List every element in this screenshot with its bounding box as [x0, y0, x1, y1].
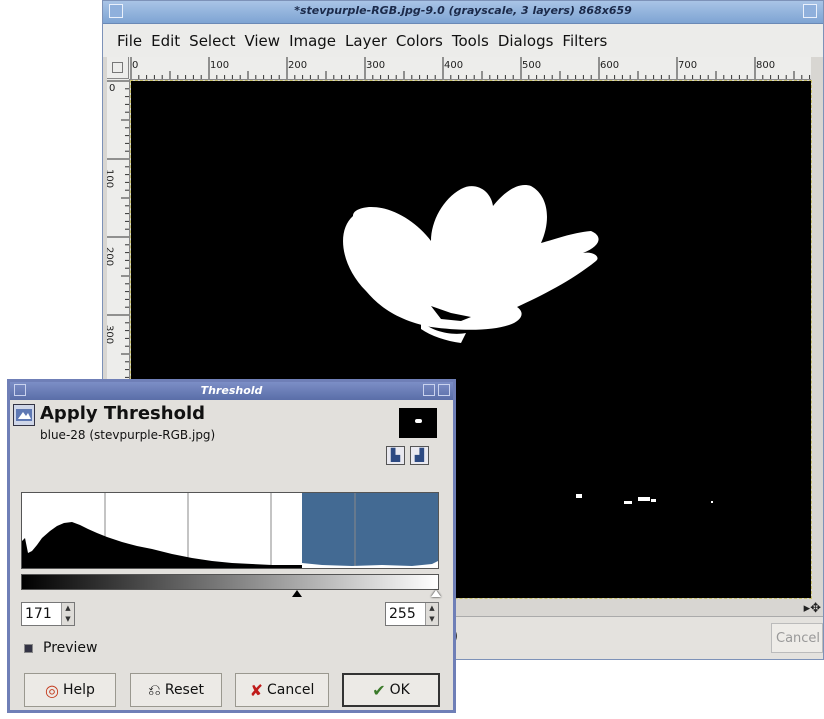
menu-tools[interactable]: Tools [452, 32, 489, 50]
ruler-label: 800 [756, 60, 775, 71]
ruler-label: 200 [288, 60, 307, 71]
window-maximize-icon[interactable] [803, 4, 817, 18]
help-button[interactable]: ◎ Help [24, 673, 116, 707]
ruler-label: 100 [210, 60, 229, 71]
quick-mask-toggle-icon[interactable] [107, 57, 129, 79]
image-window-title: *stevpurple-RGB.jpg-9.0 (grayscale, 3 la… [294, 4, 632, 17]
menu-image[interactable]: Image [289, 32, 336, 50]
ruler-label: 500 [522, 60, 541, 71]
ruler-label: 0 [109, 83, 115, 94]
menu-file[interactable]: File [117, 32, 142, 50]
linear-histogram-icon[interactable]: ▙ [386, 446, 405, 465]
layer-thumbnail [399, 408, 437, 438]
low-threshold-stepper[interactable]: ▲ ▼ [61, 603, 74, 625]
menu-dialogs[interactable]: Dialogs [498, 32, 554, 50]
horizontal-ruler: 0 100 200 300 400 500 600 700 800 [129, 57, 811, 80]
help-lifebuoy-icon: ◎ [45, 680, 60, 700]
ruler-label: 400 [444, 60, 463, 71]
menu-filters[interactable]: Filters [562, 32, 607, 50]
help-label: Help [63, 682, 95, 698]
ruler-label: 600 [600, 60, 619, 71]
low-threshold-value: 171 [25, 606, 52, 622]
threshold-tool-icon [13, 404, 35, 426]
threshold-dialog: Threshold Apply Threshold blue-28 (stevp… [7, 379, 456, 713]
ruler-label: 200 [107, 247, 115, 266]
statusbar-cancel-button[interactable]: Cancel [771, 623, 823, 653]
ok-button[interactable]: ✔ OK [342, 673, 440, 707]
dialog-title: Threshold [200, 384, 263, 397]
preview-checkbox[interactable] [24, 643, 33, 653]
histogram-graph [22, 493, 438, 568]
horizontal-ruler-ticks: 0 100 200 300 400 500 600 700 800 [130, 57, 811, 79]
menu-colors[interactable]: Colors [396, 32, 443, 50]
dialog-maximize-icon[interactable] [423, 384, 435, 396]
ruler-label: 300 [107, 325, 115, 344]
menu-select[interactable]: Select [189, 32, 235, 50]
cancel-x-icon: ✘ [249, 680, 263, 700]
threshold-selection-range [302, 493, 438, 568]
low-threshold-input[interactable]: 171 ▲ ▼ [21, 602, 75, 626]
ruler-label: 700 [678, 60, 697, 71]
dialog-close-icon[interactable] [438, 384, 450, 396]
value-gradient-bar [21, 574, 439, 590]
high-threshold-marker[interactable] [431, 590, 441, 597]
reset-button[interactable]: ⎌ Reset [130, 673, 222, 707]
ruler-label: 0 [132, 60, 138, 71]
menu-layer[interactable]: Layer [345, 32, 387, 50]
dialog-titlebar[interactable]: Threshold [10, 382, 453, 400]
image-window-titlebar[interactable]: *stevpurple-RGB.jpg-9.0 (grayscale, 3 la… [103, 1, 823, 24]
dialog-subtitle: blue-28 (stevpurple-RGB.jpg) [40, 428, 216, 442]
ok-check-icon: ✔ [372, 680, 386, 700]
high-threshold-stepper[interactable]: ▲ ▼ [425, 603, 438, 625]
menu-view[interactable]: View [244, 32, 280, 50]
ok-label: OK [389, 682, 410, 698]
reset-icon: ⎌ [148, 680, 161, 699]
cancel-label: Cancel [266, 682, 315, 698]
menu-edit[interactable]: Edit [151, 32, 180, 50]
reset-label: Reset [164, 682, 204, 698]
high-threshold-value: 255 [389, 606, 416, 622]
high-threshold-input[interactable]: 255 ▲ ▼ [385, 602, 439, 626]
dialog-heading: Apply Threshold [40, 403, 205, 424]
preview-toggle[interactable]: Preview [24, 640, 98, 656]
ruler-label: 300 [366, 60, 385, 71]
navigate-icon[interactable]: ▸✥ [804, 601, 821, 616]
log-histogram-icon[interactable]: ▟ [410, 446, 429, 465]
cancel-button[interactable]: ✘ Cancel [235, 673, 329, 707]
ruler-label: 100 [107, 169, 115, 188]
low-threshold-marker[interactable] [292, 590, 302, 597]
histogram-view[interactable] [21, 492, 439, 569]
preview-label: Preview [43, 640, 98, 656]
menubar: File Edit Select View Image Layer Colors… [103, 24, 823, 57]
